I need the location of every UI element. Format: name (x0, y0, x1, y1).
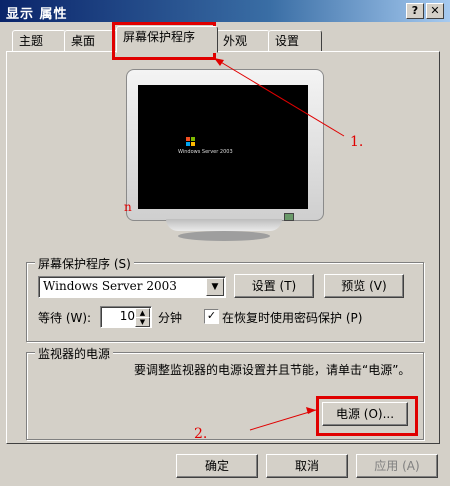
annotation-arrows (213, 57, 345, 431)
arrow-step-2 (249, 407, 317, 431)
step-2-label: 2. (194, 426, 208, 442)
display-properties-window: 显示 属性 ? ✕ 主题 桌面 屏幕保护程序 外观 设置 Windows Ser… (0, 0, 450, 486)
step-1-label: 1. (350, 134, 364, 150)
stray-red-mark: n (124, 200, 132, 214)
tab-screensaver[interactable]: 屏幕保护程序 (116, 26, 218, 53)
arrow-step-1 (213, 57, 345, 137)
